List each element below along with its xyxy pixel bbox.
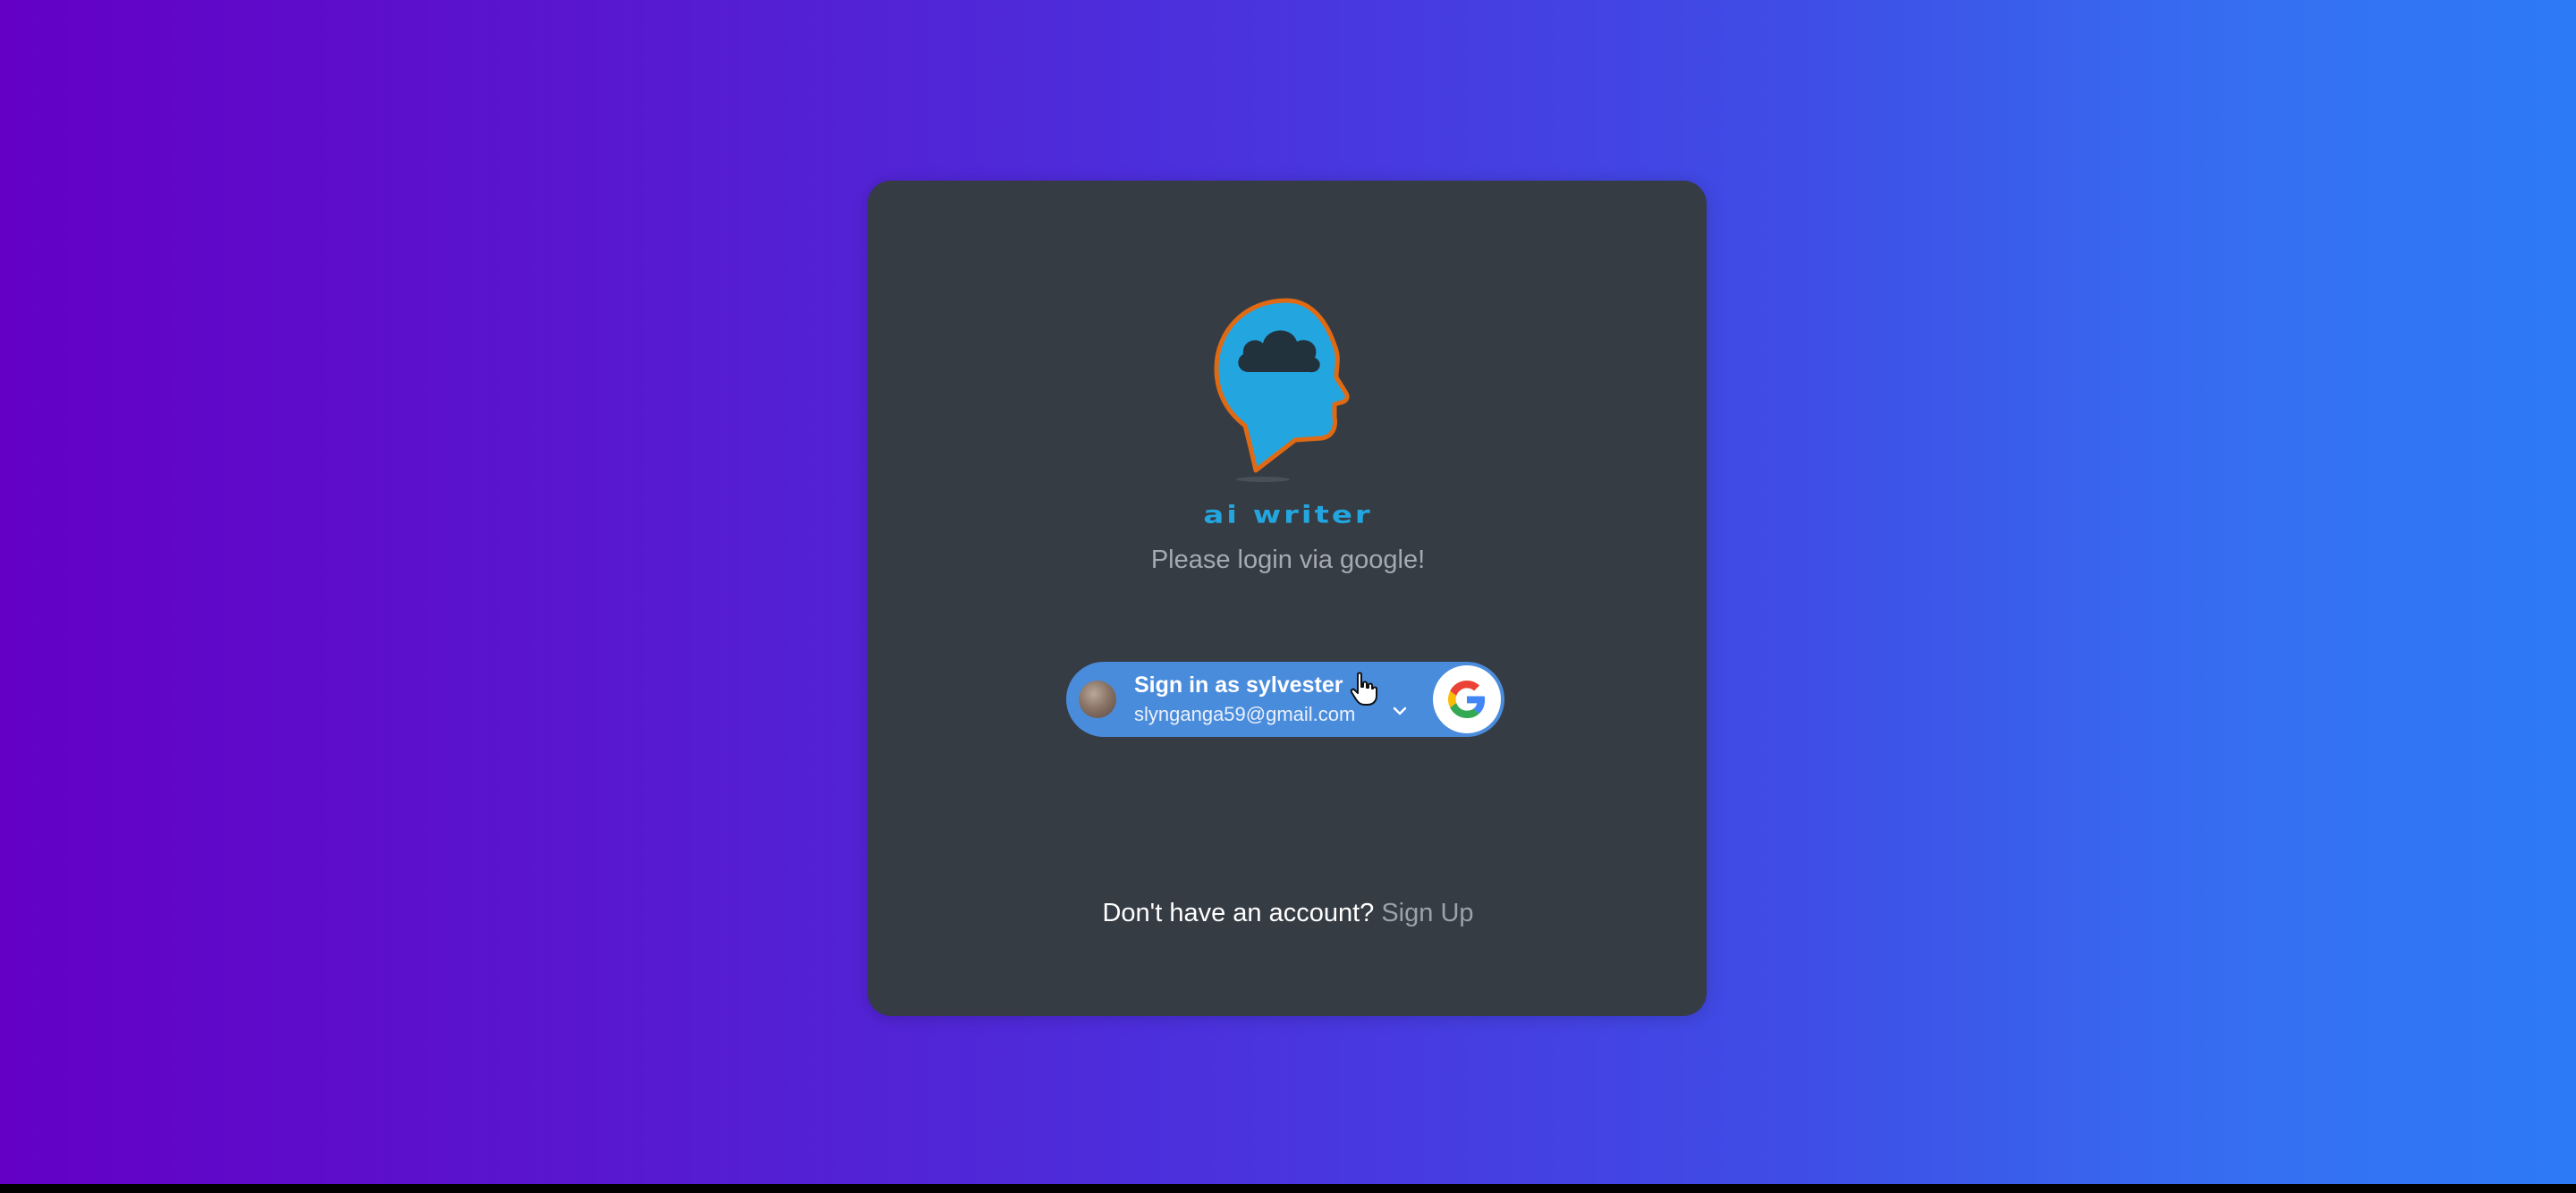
pointer-cursor-icon (1350, 672, 1377, 706)
signup-prompt-row: Don't have an account? Sign Up (1020, 899, 1556, 928)
signup-prompt-text: Don't have an account? (1102, 899, 1375, 927)
google-account-name: Sign in as sylvester (1134, 673, 1343, 698)
signup-link[interactable]: Sign Up (1381, 899, 1473, 927)
google-sign-in-button[interactable]: Sign in as sylvester slynganga59@gmail.c… (1066, 662, 1504, 737)
ai-writer-logo-icon (1214, 298, 1350, 482)
login-instruction: Please login via google! (1150, 546, 1426, 574)
google-g-icon (1448, 681, 1486, 718)
brand-name: ai writer (1203, 501, 1373, 529)
google-logo-badge (1433, 665, 1501, 733)
avatar (1079, 681, 1116, 718)
chevron-down-icon[interactable] (1390, 701, 1410, 721)
google-account-email: slynganga59@gmail.com (1134, 703, 1356, 725)
